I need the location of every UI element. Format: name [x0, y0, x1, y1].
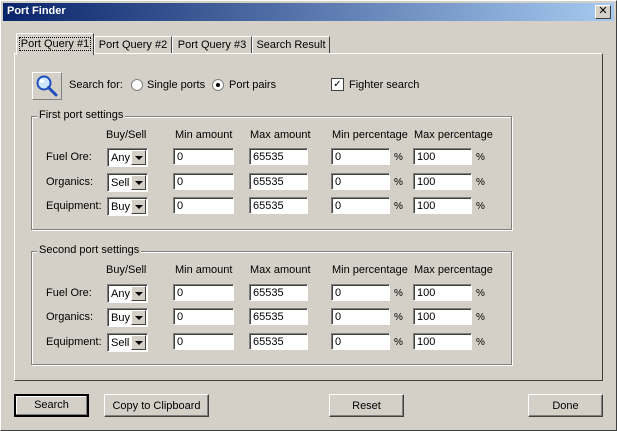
tab-port-query-3[interactable]: Port Query #3 — [172, 36, 252, 54]
title-bar[interactable]: Port Finder ✕ — [3, 3, 614, 21]
second-fuel-ore-max-percentage-input[interactable]: 100 — [413, 284, 472, 301]
min-percentage-header: Min percentage — [332, 264, 408, 276]
equipment-max-percentage-input[interactable]: 100 — [413, 197, 472, 214]
fuel-ore-max-amount-input[interactable]: 65535 — [249, 148, 308, 165]
tab-port-query-1[interactable]: Port Query #1 — [16, 33, 94, 55]
percent-sign: % — [394, 312, 403, 323]
select-value: Buy — [111, 312, 130, 324]
second-organics-min-amount-input[interactable]: 0 — [173, 308, 234, 325]
second-equipment-max-amount-input[interactable]: 65535 — [249, 333, 308, 350]
organics-buy-sell-select[interactable]: Sell — [107, 173, 148, 192]
close-icon: ✕ — [598, 5, 608, 17]
second-fuel-ore-min-percentage-input[interactable]: 0 — [331, 284, 390, 301]
row-label-equipment: Equipment: — [46, 200, 102, 212]
tab-port-query-2[interactable]: Port Query #2 — [94, 36, 172, 54]
select-value: Sell — [111, 337, 130, 349]
select-value: Any — [111, 152, 130, 164]
single-ports-radio[interactable] — [131, 79, 143, 91]
select-value: Sell — [111, 177, 130, 189]
max-percentage-header: Max percentage — [414, 264, 493, 276]
second-organics-max-amount-input[interactable]: 65535 — [249, 308, 308, 325]
magnifier-icon — [36, 75, 58, 97]
percent-sign: % — [394, 152, 403, 163]
fuel-ore-min-percentage-input[interactable]: 0 — [331, 148, 390, 165]
close-button[interactable]: ✕ — [595, 5, 611, 19]
percent-sign: % — [476, 288, 485, 299]
second-equipment-min-percentage-input[interactable]: 0 — [331, 333, 390, 350]
max-percentage-header: Max percentage — [414, 129, 493, 141]
search-icon-box — [32, 72, 62, 100]
port-pairs-radio[interactable] — [212, 79, 224, 91]
second-fuel-ore-max-amount-input[interactable]: 65535 — [249, 284, 308, 301]
fuel-ore-min-amount-input[interactable]: 0 — [173, 148, 234, 165]
tab-label: Port Query #1 — [18, 37, 92, 51]
row-label-fuel-ore: Fuel Ore: — [46, 151, 92, 163]
window-title: Port Finder — [7, 5, 66, 17]
tab-label: Search Result — [256, 39, 326, 51]
second-organics-buy-sell-select[interactable]: Buy — [107, 308, 148, 327]
chevron-down-icon[interactable] — [131, 310, 146, 325]
chevron-down-icon[interactable] — [131, 286, 146, 301]
second-fuel-ore-min-amount-input[interactable]: 0 — [173, 284, 234, 301]
fuel-ore-buy-sell-select[interactable]: Any — [107, 148, 148, 167]
percent-sign: % — [476, 337, 485, 348]
buy-sell-header: Buy/Sell — [106, 129, 147, 141]
tab-label: Port Query #3 — [177, 39, 247, 51]
percent-sign: % — [476, 312, 485, 323]
single-ports-label[interactable]: Single ports — [147, 79, 205, 91]
min-amount-header: Min amount — [175, 264, 233, 276]
row-label-organics: Organics: — [46, 176, 94, 188]
organics-max-amount-input[interactable]: 65535 — [249, 173, 308, 190]
chevron-down-icon[interactable] — [131, 335, 146, 350]
row-label-organics: Organics: — [46, 311, 94, 323]
percent-sign: % — [394, 201, 403, 212]
reset-button[interactable]: Reset — [329, 394, 404, 417]
percent-sign: % — [476, 152, 485, 163]
select-value: Buy — [111, 201, 130, 213]
percent-sign: % — [394, 177, 403, 188]
second-fuel-ore-buy-sell-select[interactable]: Any — [107, 284, 148, 303]
equipment-buy-sell-select[interactable]: Buy — [107, 197, 148, 216]
chevron-down-icon[interactable] — [131, 199, 146, 214]
percent-sign: % — [476, 201, 485, 212]
second-organics-max-percentage-input[interactable]: 100 — [413, 308, 472, 325]
select-value: Any — [111, 288, 130, 300]
check-icon: ✓ — [333, 79, 342, 90]
max-amount-header: Max amount — [250, 264, 311, 276]
copy-to-clipboard-button[interactable]: Copy to Clipboard — [104, 394, 209, 417]
fuel-ore-max-percentage-input[interactable]: 100 — [413, 148, 472, 165]
search-button[interactable]: Search — [14, 394, 89, 417]
min-percentage-header: Min percentage — [332, 129, 408, 141]
row-label-fuel-ore: Fuel Ore: — [46, 287, 92, 299]
percent-sign: % — [476, 177, 485, 188]
organics-max-percentage-input[interactable]: 100 — [413, 173, 472, 190]
search-for-label: Search for: — [69, 79, 123, 91]
tab-search-result[interactable]: Search Result — [252, 36, 330, 54]
equipment-max-amount-input[interactable]: 65535 — [249, 197, 308, 214]
organics-min-amount-input[interactable]: 0 — [173, 173, 234, 190]
row-label-equipment: Equipment: — [46, 336, 102, 348]
tab-label: Port Query #2 — [98, 39, 168, 51]
second-port-title: Second port settings — [37, 244, 142, 256]
second-equipment-max-percentage-input[interactable]: 100 — [413, 333, 472, 350]
port-pairs-label[interactable]: Port pairs — [229, 79, 276, 91]
percent-sign: % — [394, 337, 403, 348]
first-port-title: First port settings — [37, 109, 126, 121]
chevron-down-icon[interactable] — [131, 150, 146, 165]
second-equipment-buy-sell-select[interactable]: Sell — [107, 333, 148, 352]
equipment-min-percentage-input[interactable]: 0 — [331, 197, 390, 214]
percent-sign: % — [394, 288, 403, 299]
chevron-down-icon[interactable] — [131, 175, 146, 190]
fighter-search-checkbox[interactable]: ✓ — [331, 78, 344, 91]
buy-sell-header: Buy/Sell — [106, 264, 147, 276]
second-equipment-min-amount-input[interactable]: 0 — [173, 333, 234, 350]
second-organics-min-percentage-input[interactable]: 0 — [331, 308, 390, 325]
min-amount-header: Min amount — [175, 129, 233, 141]
max-amount-header: Max amount — [250, 129, 311, 141]
equipment-min-amount-input[interactable]: 0 — [173, 197, 234, 214]
fighter-search-label[interactable]: Fighter search — [349, 79, 419, 91]
done-button[interactable]: Done — [528, 394, 603, 417]
organics-min-percentage-input[interactable]: 0 — [331, 173, 390, 190]
